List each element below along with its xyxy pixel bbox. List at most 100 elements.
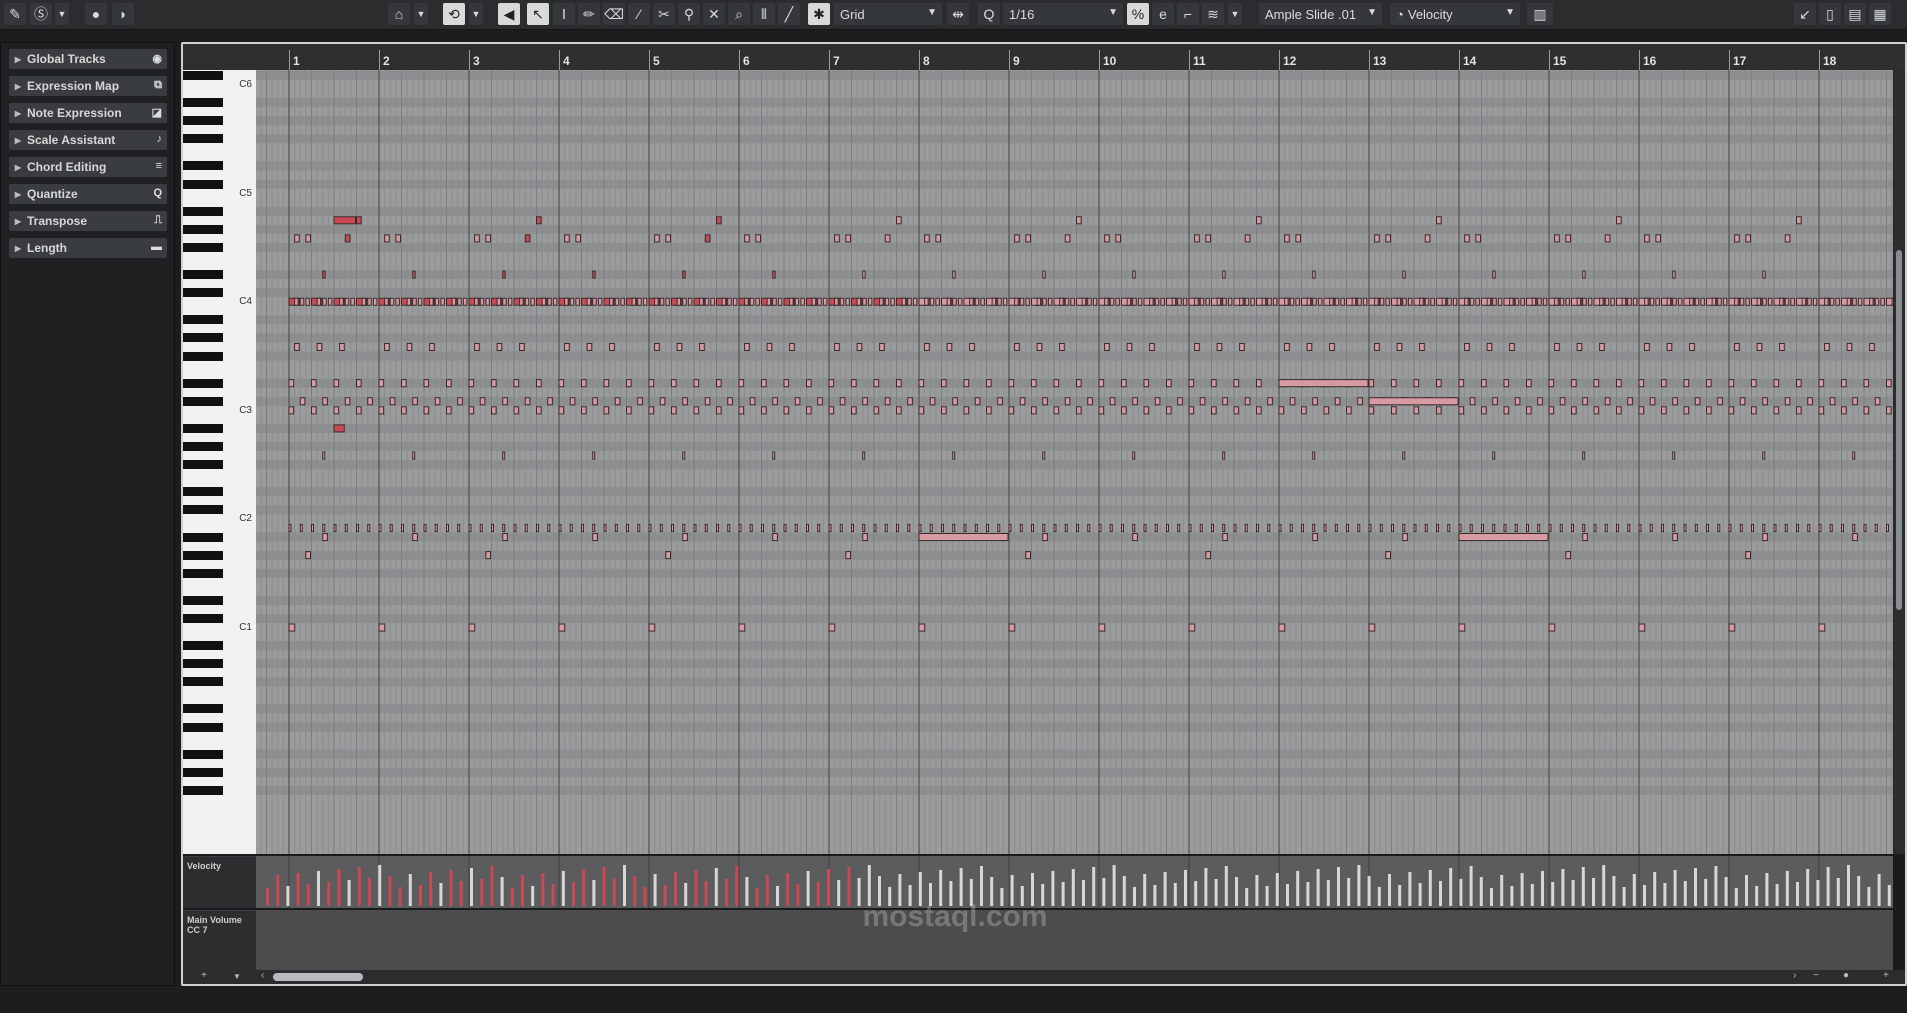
midi-note[interactable] <box>896 406 902 415</box>
velocity-bar[interactable] <box>1153 885 1157 906</box>
midi-note[interactable] <box>817 297 822 306</box>
velocity-bar[interactable] <box>1612 876 1616 906</box>
midi-note[interactable] <box>1008 379 1015 388</box>
midi-note[interactable] <box>1188 379 1195 388</box>
midi-note[interactable] <box>1267 397 1273 406</box>
midi-note[interactable] <box>986 523 989 533</box>
midi-note[interactable] <box>1042 397 1048 406</box>
velocity-bar[interactable] <box>1112 865 1116 906</box>
inspector-chord-editing[interactable]: ▶ Chord Editing ≡ <box>9 157 167 177</box>
midi-note[interactable] <box>412 451 416 460</box>
midi-note[interactable] <box>1143 406 1150 415</box>
midi-note[interactable] <box>716 523 719 533</box>
midi-note[interactable] <box>1402 523 1406 533</box>
midi-note[interactable] <box>1447 297 1452 306</box>
midi-note[interactable] <box>344 297 350 306</box>
inspector-note-expression[interactable]: ▶ Note Expression ◪ <box>9 103 167 123</box>
midi-note[interactable] <box>1869 297 1874 306</box>
velocity-bar[interactable] <box>1122 876 1126 906</box>
midi-note[interactable] <box>862 533 868 542</box>
midi-note[interactable] <box>1031 523 1034 533</box>
midi-note[interactable] <box>429 342 435 352</box>
midi-note[interactable] <box>1762 270 1766 279</box>
midi-note[interactable] <box>1582 533 1588 542</box>
midi-note[interactable] <box>1672 297 1677 306</box>
midi-note[interactable] <box>744 234 750 243</box>
midi-note[interactable] <box>524 523 528 533</box>
midi-note[interactable] <box>884 397 891 406</box>
midi-note[interactable] <box>873 406 880 415</box>
velocity-bar[interactable] <box>1316 869 1320 906</box>
midi-note[interactable] <box>1205 234 1211 243</box>
velocity-bar[interactable] <box>368 878 371 906</box>
velocity-bar[interactable] <box>1173 883 1177 906</box>
midi-note[interactable] <box>839 297 845 306</box>
midi-note[interactable] <box>1683 406 1690 415</box>
controller-select[interactable]: ◔ Velocity ▼ <box>1390 3 1520 25</box>
velocity-bar[interactable] <box>1561 869 1565 906</box>
midi-note[interactable] <box>851 523 854 533</box>
velocity-bar[interactable] <box>663 885 667 906</box>
midi-note[interactable] <box>547 523 551 533</box>
midi-note[interactable] <box>929 523 933 533</box>
midi-note[interactable] <box>1593 523 1597 533</box>
midi-note[interactable] <box>1244 397 1251 406</box>
midi-note[interactable] <box>1171 297 1177 306</box>
midi-note[interactable] <box>1481 379 1487 388</box>
midi-note[interactable] <box>1121 523 1124 533</box>
midi-note[interactable] <box>1036 297 1042 306</box>
horizontal-scroll-thumb[interactable] <box>273 973 363 981</box>
midi-note[interactable] <box>699 297 704 306</box>
midi-note[interactable] <box>1402 451 1406 460</box>
velocity-bar[interactable] <box>317 871 320 906</box>
midi-note[interactable] <box>828 379 835 388</box>
midi-note[interactable] <box>1672 397 1678 406</box>
midi-note[interactable] <box>1059 297 1064 306</box>
velocity-bar[interactable] <box>1500 875 1504 906</box>
midi-note[interactable] <box>935 234 941 243</box>
midi-note[interactable] <box>1104 342 1110 352</box>
midi-note[interactable] <box>1796 406 1802 415</box>
midi-note[interactable] <box>1610 297 1615 306</box>
eraser-tool-icon[interactable]: ⌫ <box>603 3 625 25</box>
snap-to-zero-icon[interactable]: ⇹ <box>947 3 969 25</box>
midi-note[interactable] <box>1019 523 1023 533</box>
velocity-bar[interactable] <box>1235 877 1238 906</box>
midi-note[interactable] <box>890 297 895 306</box>
midi-note[interactable] <box>1711 297 1717 306</box>
midi-note[interactable] <box>738 379 745 388</box>
black-key[interactable] <box>183 442 223 451</box>
midi-note[interactable] <box>1627 397 1633 406</box>
midi-note[interactable] <box>1526 379 1532 388</box>
midi-note[interactable] <box>1154 523 1158 533</box>
midi-note[interactable] <box>1661 379 1667 388</box>
black-key[interactable] <box>183 704 223 714</box>
midi-note[interactable] <box>1199 397 1206 406</box>
midi-note[interactable] <box>1835 297 1840 306</box>
line-tool-icon[interactable]: ⁄ <box>628 3 650 25</box>
midi-note[interactable] <box>1762 397 1768 406</box>
midi-note[interactable] <box>1582 523 1586 533</box>
midi-note[interactable] <box>1762 533 1768 542</box>
midi-note[interactable] <box>1025 297 1030 306</box>
midi-note[interactable] <box>637 297 642 306</box>
midi-note[interactable] <box>1722 297 1728 306</box>
midi-note[interactable] <box>1368 379 1375 388</box>
midi-note[interactable] <box>1548 523 1552 533</box>
midi-note[interactable] <box>1689 297 1694 306</box>
midi-note[interactable] <box>524 234 531 243</box>
black-key[interactable] <box>183 98 223 108</box>
midi-note[interactable] <box>1773 406 1780 415</box>
midi-note[interactable] <box>783 379 790 388</box>
midi-note[interactable] <box>491 379 497 388</box>
midi-note[interactable] <box>969 297 974 306</box>
velocity-bar[interactable] <box>1275 873 1279 906</box>
midi-note[interactable] <box>1374 234 1380 243</box>
midi-note[interactable] <box>1323 523 1327 533</box>
midi-note[interactable] <box>1779 297 1784 306</box>
velocity-bar[interactable] <box>480 879 484 906</box>
midi-note[interactable] <box>1098 523 1102 533</box>
midi-note[interactable] <box>1239 342 1245 352</box>
midi-note[interactable] <box>1115 234 1121 243</box>
midi-note[interactable] <box>1706 406 1712 415</box>
